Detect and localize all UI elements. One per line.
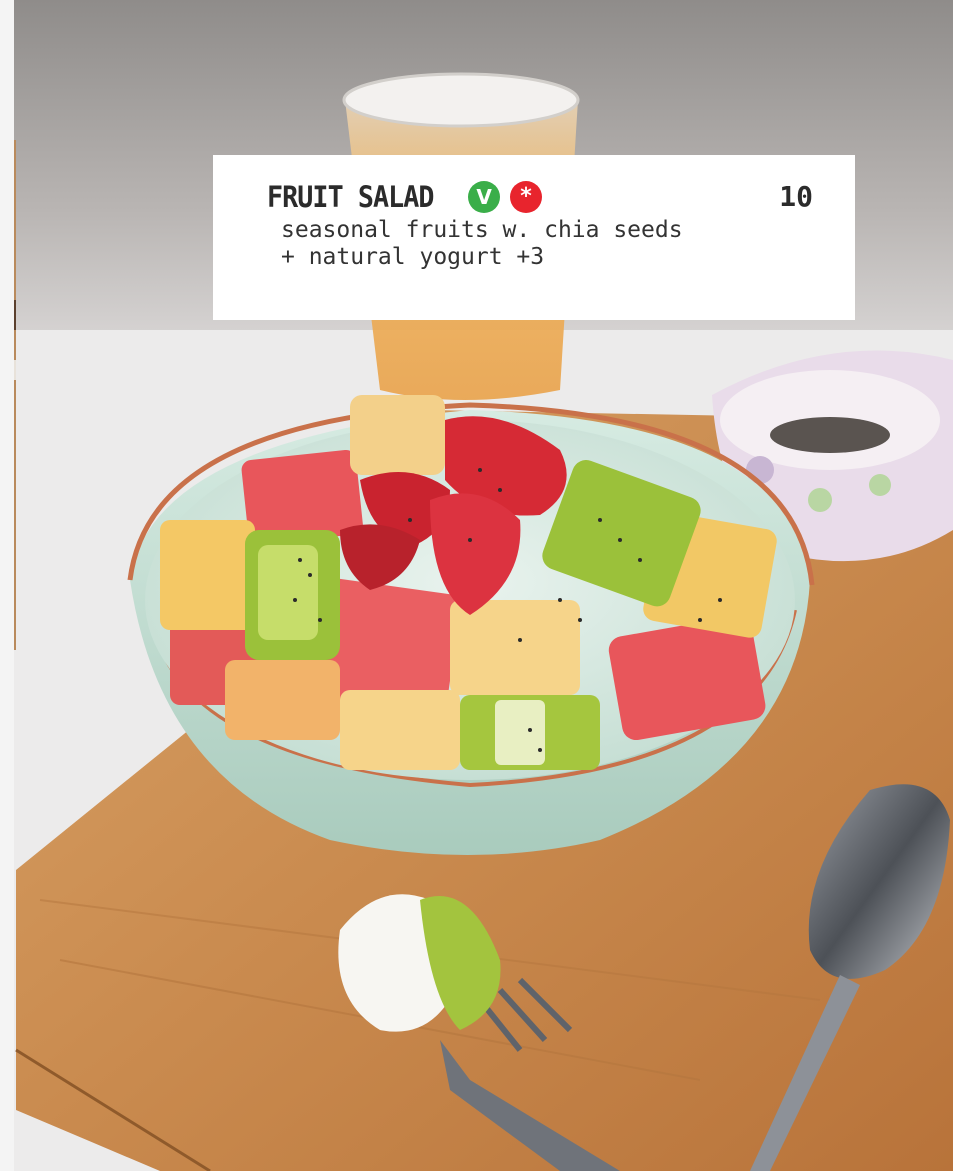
menu-item-card: FRUIT SALAD V * 10 seasonal fruits w. ch… [213, 155, 855, 320]
menu-item-price: 10 [779, 180, 813, 213]
vegan-icon: V [468, 181, 501, 213]
adjacent-page-edge [0, 0, 14, 1171]
asterisk-icon: * [510, 181, 543, 213]
menu-item-header: FRUIT SALAD V * [267, 179, 543, 214]
menu-item-description: seasonal fruits w. chia seeds + natural … [281, 217, 683, 271]
description-line: + natural yogurt +3 [281, 244, 545, 270]
menu-page: FRUIT SALAD V * 10 seasonal fruits w. ch… [0, 0, 953, 1171]
menu-item-name: FRUIT SALAD [267, 179, 434, 214]
description-line: seasonal fruits w. chia seeds [281, 217, 683, 243]
